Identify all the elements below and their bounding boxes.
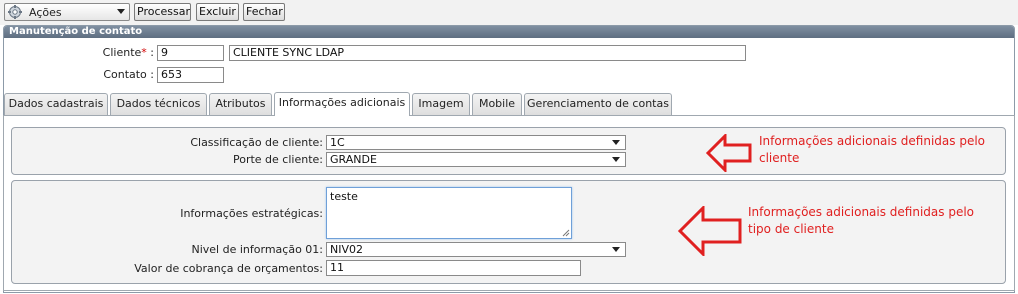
- tab-informacoes-adicionais[interactable]: Informações adicionais: [274, 92, 410, 116]
- client-annotation-line2: cliente: [759, 151, 800, 165]
- left-arrow-icon: [678, 206, 742, 256]
- actions-dropdown[interactable]: Ações: [4, 3, 130, 21]
- classificacao-select[interactable]: 1C: [326, 135, 626, 150]
- type-annotation-line1: Informações adicionais definidas pelo: [748, 205, 975, 219]
- porte-select[interactable]: GRANDE: [326, 152, 626, 167]
- cliente-name-input[interactable]: CLIENTE SYNC LDAP: [229, 45, 746, 61]
- classificacao-value: 1C: [330, 136, 345, 149]
- tab-imagem[interactable]: Imagem: [412, 93, 470, 115]
- toolbar: Ações Processar Excluir Fechar: [0, 0, 1018, 25]
- chevron-down-icon: [612, 157, 620, 162]
- contato-input[interactable]: 653: [157, 67, 224, 83]
- tab-dados-tecnicos[interactable]: Dados técnicos: [110, 93, 207, 115]
- porte-value: GRANDE: [330, 153, 377, 166]
- tab-dados-cadastrais[interactable]: Dados cadastrais: [4, 93, 108, 115]
- type-annotation-line2: tipo de cliente: [748, 222, 834, 236]
- client-annotation: Informações adicionais definidas pelo cl…: [759, 133, 985, 167]
- close-button[interactable]: Fechar: [243, 3, 285, 21]
- estrategicas-textarea[interactable]: teste: [326, 187, 572, 239]
- resize-grip-icon[interactable]: [562, 229, 570, 237]
- nivel-label: Nivel de informação 01:: [191, 243, 324, 256]
- valor-label: Valor de cobrança de orçamentos:: [134, 262, 323, 275]
- panel-title: Manutenção de contato: [4, 26, 1014, 38]
- delete-button[interactable]: Excluir: [196, 3, 239, 21]
- contato-label: Contato :: [103, 68, 154, 81]
- tab-gerenciamento-de-contas[interactable]: Gerenciamento de contas: [524, 93, 672, 115]
- cliente-label-text: Cliente: [102, 46, 142, 59]
- chevron-down-icon: [117, 9, 125, 14]
- porte-label: Porte de cliente:: [232, 153, 323, 166]
- cliente-label: Cliente* :: [60, 46, 154, 59]
- gear-icon: [8, 5, 22, 19]
- cliente-code-input[interactable]: 9: [157, 45, 224, 61]
- valor-input[interactable]: 11: [326, 260, 581, 276]
- cliente-label-suffix: :: [146, 46, 154, 59]
- chevron-down-icon: [612, 247, 620, 252]
- tab-mobile[interactable]: Mobile: [472, 93, 522, 115]
- estrategicas-label: Informações estratégicas:: [180, 207, 323, 220]
- classificacao-label: Classificação de cliente:: [190, 136, 323, 149]
- nivel-select[interactable]: NIV02: [326, 242, 626, 257]
- estrategicas-value: teste: [330, 190, 358, 203]
- left-arrow-icon: [706, 134, 752, 172]
- actions-label: Ações: [29, 6, 62, 19]
- process-button[interactable]: Processar: [134, 3, 191, 21]
- client-annotation-line1: Informações adicionais definidas pelo: [759, 134, 986, 148]
- tab-atributos[interactable]: Atributos: [209, 93, 272, 115]
- chevron-down-icon: [612, 140, 620, 145]
- type-annotation: Informações adicionais definidas pelo ti…: [748, 204, 974, 238]
- nivel-value: NIV02: [330, 243, 363, 256]
